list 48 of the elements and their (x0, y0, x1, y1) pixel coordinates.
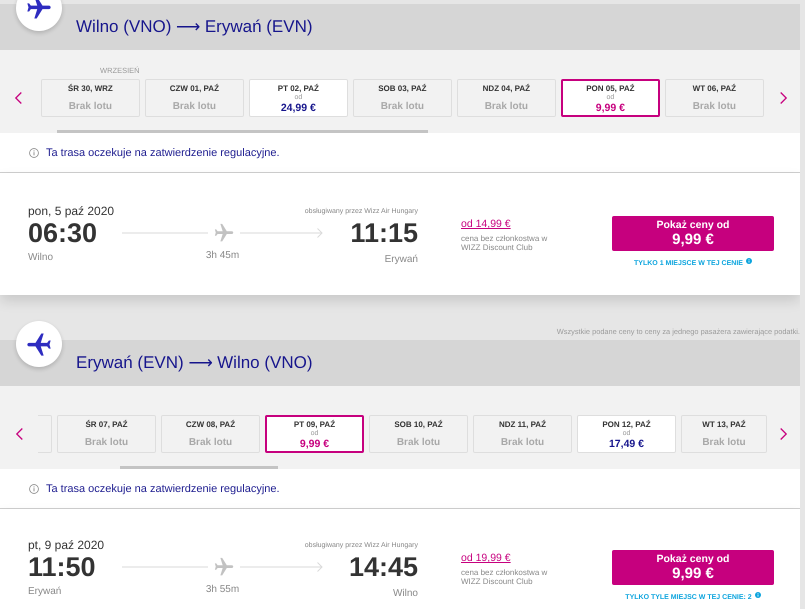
route-title: Erywań (EVN) ⟶ Wilno (VNO) (76, 352, 313, 374)
notice-text: Ta trasa oczekuje na zatwierdzenie regulacyjne. (46, 482, 280, 496)
route-title: Wilno (VNO) ⟶ Erywań (EVN) (76, 16, 313, 38)
arrival-time: 11:15 (350, 218, 418, 248)
scrollbar-thumb[interactable] (57, 130, 428, 133)
date-card[interactable]: SOB 10, PAŹ Brak lotu (369, 415, 468, 453)
show-prices-button[interactable]: Pokaż ceny od 9,99 € (612, 550, 774, 585)
notice-text: Ta trasa oczekuje na zatwierdzenie regulacyjne. (46, 146, 280, 160)
info-icon[interactable] (746, 258, 752, 264)
flight-date: pon, 5 paź 2020 (28, 204, 116, 218)
date-card[interactable]: CZW 08, PAŹ Brak lotu (161, 415, 260, 453)
plane-icon (214, 224, 234, 242)
date-card[interactable]: WT 13, PAŹ Brak lotu (681, 415, 767, 453)
chevron-left-icon (15, 92, 22, 104)
arrival-time: 14:45 (348, 552, 418, 582)
departure-city: Wilno (28, 251, 54, 262)
chevron-right-icon (780, 428, 787, 440)
next-dates-button[interactable] (779, 91, 788, 105)
flight-duration: 3h 45m (206, 249, 240, 262)
info-icon (29, 484, 39, 494)
date-card[interactable]: NDZ 04, PAŹ Brak lotu (456, 79, 556, 117)
arrival-city: Erywań (384, 253, 418, 262)
show-prices-button[interactable]: Pokaż ceny od 9,99 € (612, 216, 774, 251)
date-card[interactable]: NDZ 11, PAŹ Brak lotu (473, 415, 572, 453)
date-card[interactable]: ŚR 30, WRZ Brak lotu (40, 79, 140, 117)
departure-time: 06:30 (28, 218, 98, 248)
date-card[interactable]: WT 06, PAŹ Brak lotu (664, 79, 764, 117)
chevron-right-icon (780, 92, 788, 104)
scrollbar-thumb[interactable] (120, 466, 278, 469)
flight-date: pt, 9 paź 2020 (28, 538, 106, 552)
info-icon[interactable] (754, 592, 761, 598)
date-card[interactable]: CZW 01, PAŹ Brak lotu (144, 79, 244, 117)
arrival-city: Wilno (392, 587, 418, 596)
previous-dates-button[interactable] (14, 91, 24, 105)
chevron-left-icon (16, 428, 22, 440)
date-card[interactable]: ŚR 07, PAŹ Brak lotu (57, 415, 156, 453)
member-price-link[interactable]: od 14,99 € (461, 218, 511, 230)
departure-city: Erywań (28, 585, 62, 596)
date-card[interactable]: SOB 03, PAŹ Brak lotu (352, 79, 452, 117)
plane-icon (214, 558, 234, 576)
next-dates-button[interactable] (779, 427, 788, 441)
price-note: cena bez członkostwa w WIZZ Discount Club (461, 569, 548, 586)
info-icon (29, 148, 39, 158)
price-note: cena bez członkostwa w WIZZ Discount Club (461, 235, 548, 252)
previous-dates-button[interactable] (14, 427, 24, 441)
departure-time: 11:50 (28, 552, 97, 582)
member-price-link[interactable]: od 19,99 € (461, 552, 511, 564)
flight-duration: 3h 55m (206, 583, 240, 596)
